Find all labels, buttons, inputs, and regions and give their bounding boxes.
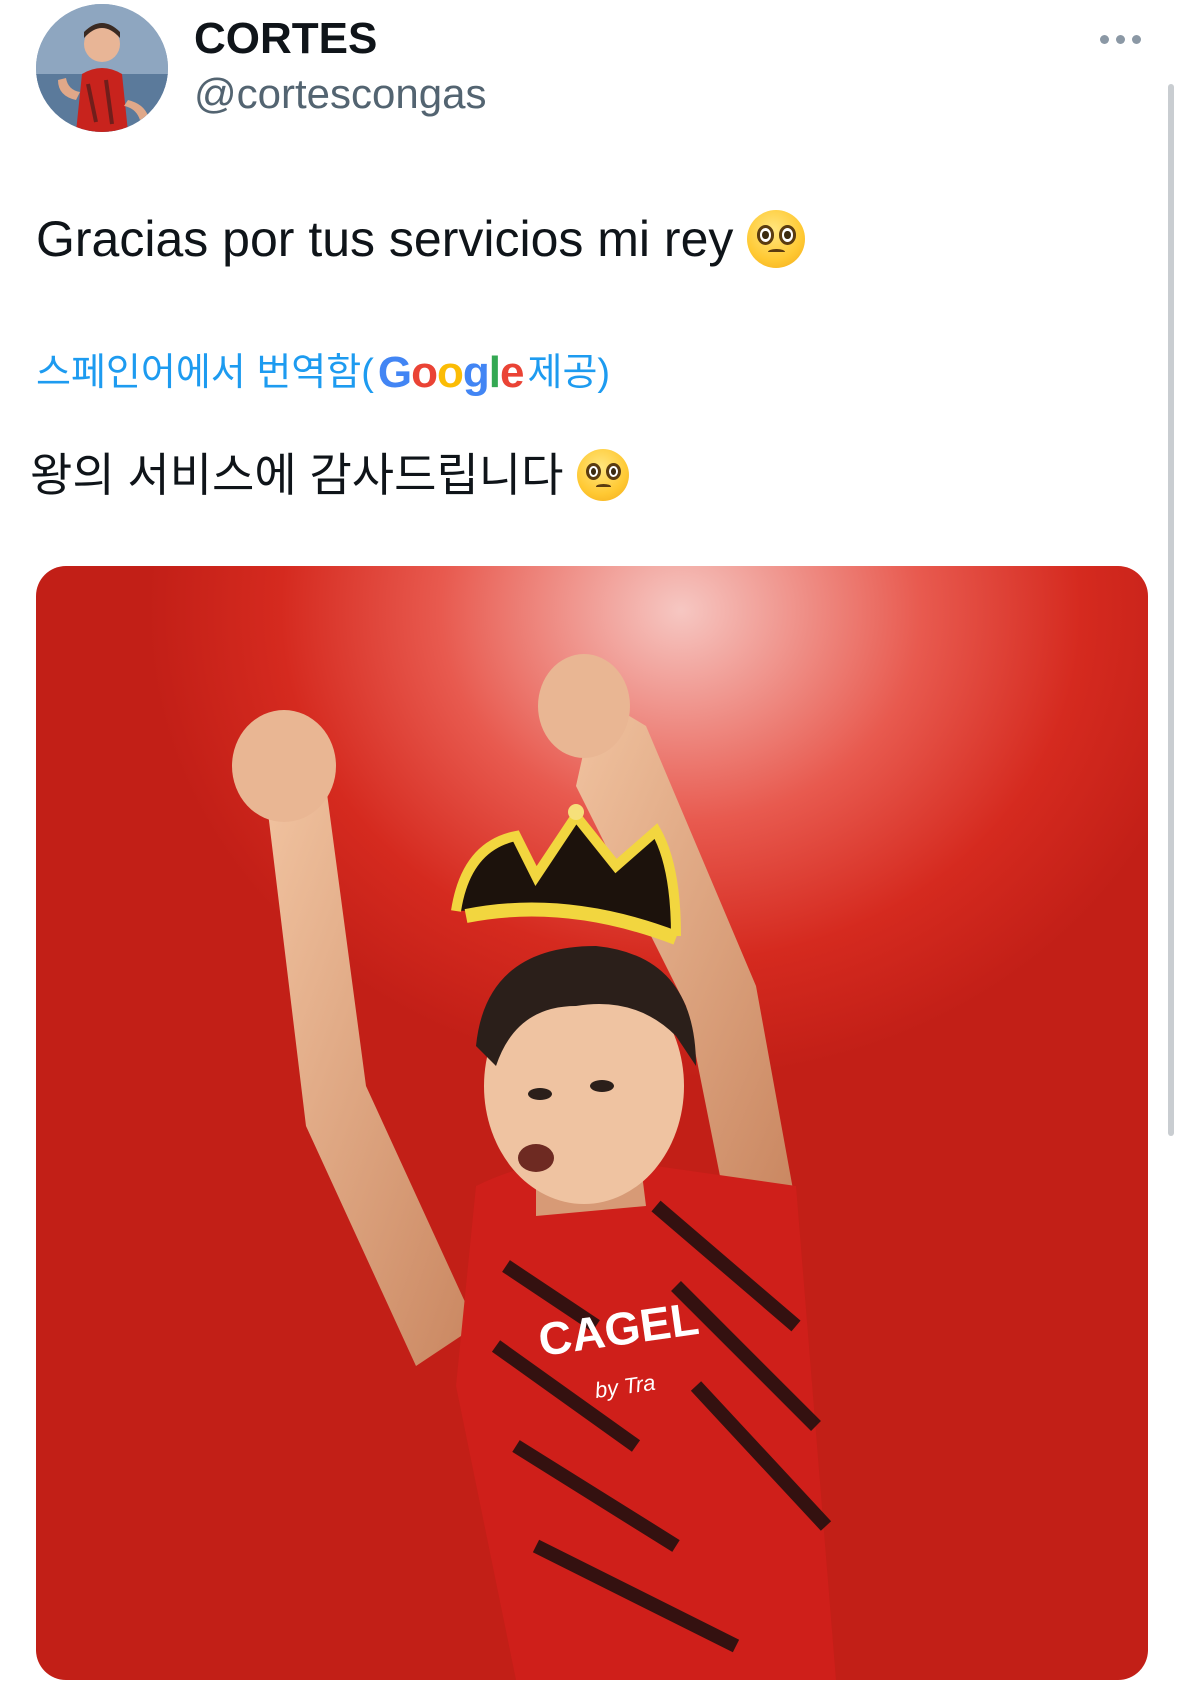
player-right-fist bbox=[538, 654, 630, 758]
google-logo-letter-g: G bbox=[377, 348, 412, 397]
google-logo: Google bbox=[377, 348, 525, 398]
player-left-arm bbox=[266, 786, 476, 1366]
player-celebration-illustration: CAGEL by Tra bbox=[232, 654, 836, 1680]
pleading-face-emoji-icon-translated bbox=[577, 449, 630, 501]
player-left-fist bbox=[232, 710, 336, 822]
google-logo-letter-o2: o bbox=[436, 348, 464, 397]
translation-suffix: 제공) bbox=[527, 352, 611, 394]
google-logo-letter-l: l bbox=[488, 348, 501, 397]
google-logo-letter-e: e bbox=[500, 348, 525, 397]
emoji-mouth bbox=[768, 249, 785, 255]
more-options-button[interactable] bbox=[1092, 22, 1148, 56]
emoji-eye-right bbox=[605, 462, 622, 481]
translation-prefix: 스페인어에서 번역함( bbox=[36, 352, 374, 394]
google-logo-letter-o1: o bbox=[411, 348, 438, 397]
player-eye-right bbox=[590, 1080, 614, 1092]
translation-notice-link[interactable]: 스페인어에서 번역함( Google 제공) bbox=[36, 348, 610, 398]
emoji-eye-left bbox=[756, 225, 775, 245]
author-handle[interactable]: @cortescongas bbox=[194, 68, 486, 120]
author-display-name[interactable]: CORTES bbox=[194, 12, 377, 66]
more-horizontal-icon bbox=[1099, 34, 1109, 44]
tweet-text: Gracias por tus servicios mi rey bbox=[36, 208, 806, 270]
avatar-photo bbox=[36, 4, 168, 132]
translated-text-content: 왕의 서비스에 감사드립니다 bbox=[30, 449, 564, 501]
more-horizontal-icon-dot-3 bbox=[1131, 34, 1141, 44]
tweet-media-image[interactable]: CAGEL by Tra bbox=[36, 566, 1148, 1680]
more-horizontal-icon-dot-2 bbox=[1115, 34, 1125, 44]
translated-text: 왕의 서비스에 감사드립니다 bbox=[30, 446, 630, 504]
player-eye-left bbox=[528, 1088, 552, 1100]
pleading-face-emoji-icon bbox=[747, 210, 806, 268]
google-logo-letter-g2: g bbox=[462, 348, 490, 397]
scrollbar[interactable] bbox=[1168, 84, 1174, 1136]
emoji-eye-left bbox=[585, 462, 602, 481]
tweet-text-content: Gracias por tus servicios mi rey bbox=[36, 211, 734, 267]
emoji-mouth bbox=[596, 484, 611, 489]
crown-top-jewel bbox=[568, 804, 584, 820]
avatar[interactable] bbox=[36, 4, 168, 132]
emoji-eye-right bbox=[778, 225, 797, 245]
player-mouth bbox=[518, 1144, 554, 1172]
